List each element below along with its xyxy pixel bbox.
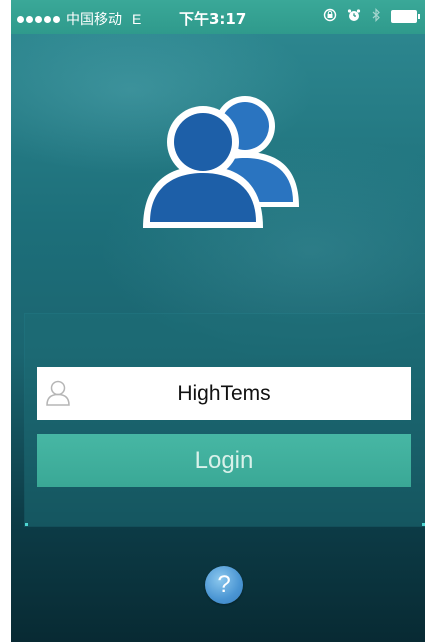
login-panel: HighTems Login [25,314,425,526]
signal-dot [17,15,24,23]
app-screen: 中国移动 E 下午3:17 HighTems Login ? [11,0,425,642]
status-bar: 中国移动 E 下午3:17 [11,0,425,34]
status-right [313,8,420,25]
battery-icon [391,10,420,23]
signal-dot [53,15,60,23]
username-value: HighTems [177,381,271,405]
panel-corner [25,523,28,526]
status-left: 中国移动 E [17,9,141,29]
users-icon [143,96,299,228]
status-time: 下午3:17 [179,10,247,28]
signal-dot [44,15,51,23]
signal-dot [26,15,33,23]
rotation-lock-icon [323,8,337,25]
help-button[interactable]: ? [205,566,243,604]
login-button[interactable]: Login [37,434,411,487]
user-icon [46,380,70,406]
alarm-icon [347,8,361,25]
carrier-name: 中国移动 [66,12,122,28]
username-field[interactable]: HighTems [37,367,411,420]
bluetooth-icon [371,8,381,25]
network-type: E [132,11,142,27]
signal-dot [35,15,42,23]
